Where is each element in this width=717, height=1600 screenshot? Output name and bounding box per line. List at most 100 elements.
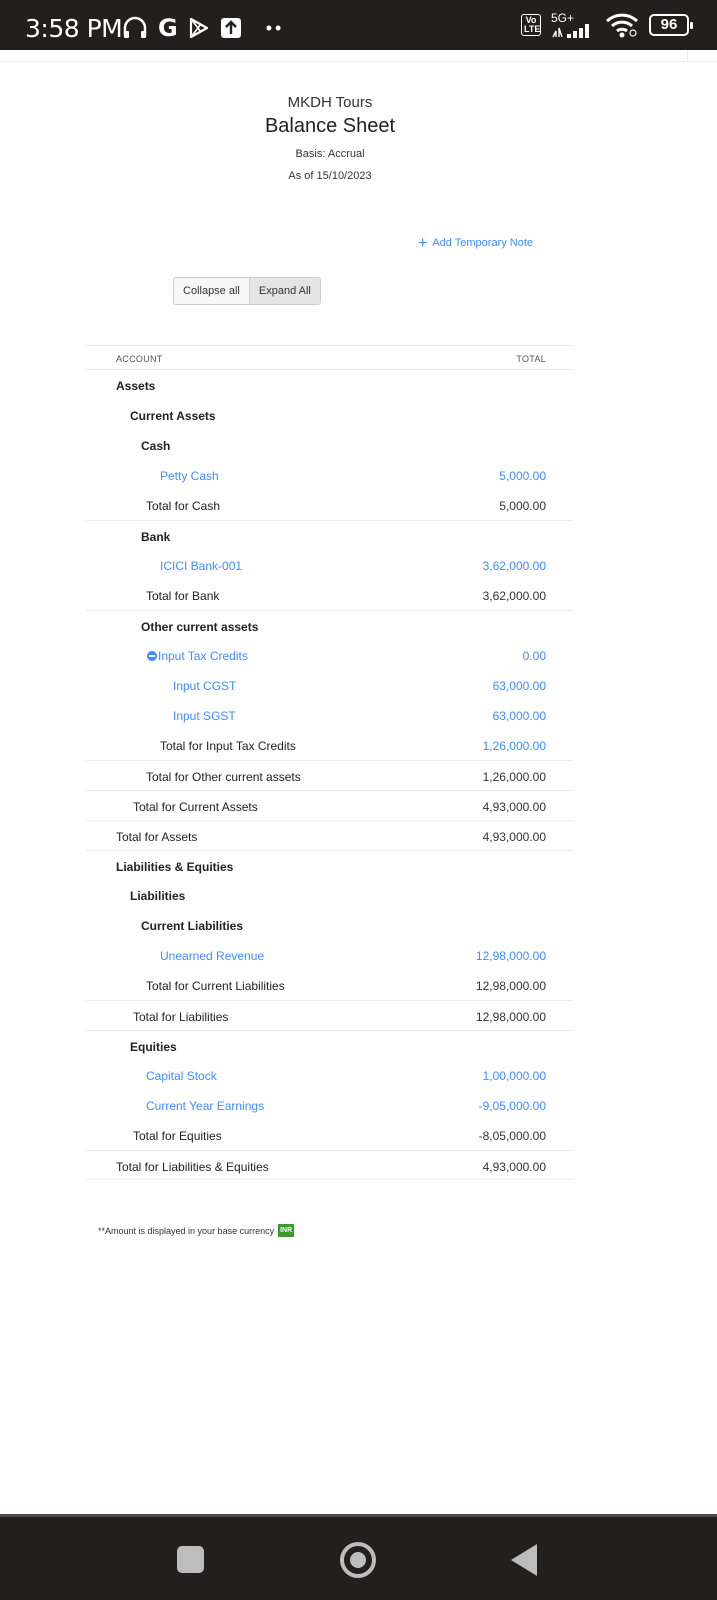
- currency-badge: INR: [278, 1224, 295, 1237]
- row-value[interactable]: 5,000.00: [499, 469, 546, 483]
- plus-icon: +: [418, 234, 428, 252]
- table-row: Total for Current Assets 4,93,000.00: [86, 790, 572, 820]
- row-label: Total for Equities: [133, 1129, 222, 1143]
- more-dots-icon: ••: [265, 17, 285, 38]
- row-label: Current Assets: [130, 409, 216, 423]
- row-label: Input Tax Credits: [158, 649, 248, 663]
- collapse-minus-icon[interactable]: [147, 651, 157, 661]
- row-value: 1,26,000.00: [482, 770, 546, 784]
- row-value: 12,98,000.00: [475, 979, 546, 993]
- table-row: Assets: [86, 370, 572, 400]
- account-link[interactable]: Unearned Revenue: [160, 949, 264, 963]
- navigation-bar: [0, 1514, 717, 1600]
- report-basis: Basis: Accrual: [295, 148, 365, 160]
- account-link[interactable]: Input CGST: [173, 679, 236, 693]
- balance-sheet-table: ACCOUNT TOTAL Assets Current Assets Cash…: [86, 345, 572, 1180]
- row-label: Total for Assets: [116, 830, 198, 844]
- battery-icon: 96: [649, 14, 693, 36]
- row-value[interactable]: 0.00: [523, 649, 546, 663]
- table-row: Total for Equities -8,05,000.00: [86, 1120, 572, 1150]
- row-label: Equities: [130, 1040, 177, 1054]
- clock: 3:58 PM: [25, 14, 123, 43]
- row-value: 4,93,000.00: [482, 1160, 546, 1174]
- row-value: -8,05,000.00: [478, 1129, 546, 1143]
- network-type: 5G+: [551, 11, 575, 25]
- row-value: 12,98,000.00: [475, 1010, 546, 1024]
- table-row[interactable]: Input SGST 63,000.00: [86, 700, 572, 730]
- table-row: Total for Bank 3,62,000.00: [86, 580, 572, 610]
- signal-icon: [552, 24, 589, 38]
- column-header-total: TOTAL: [516, 354, 546, 364]
- account-link[interactable]: Input SGST: [173, 709, 236, 723]
- table-row[interactable]: Unearned Revenue 12,98,000.00: [86, 940, 572, 970]
- table-row: Total for Assets 4,93,000.00: [86, 820, 572, 850]
- row-value[interactable]: 63,000.00: [493, 679, 546, 693]
- collapse-expand-group: Collapse all Expand All: [173, 277, 321, 305]
- recent-apps-icon[interactable]: [177, 1546, 204, 1573]
- row-label: Current Liabilities: [141, 919, 244, 933]
- headset-icon: [123, 16, 147, 38]
- row-value: 4,93,000.00: [482, 800, 546, 814]
- status-bar: 3:58 PM G •• Vo LTE 5G+ 96: [0, 0, 717, 50]
- row-label: Liabilities: [130, 889, 186, 903]
- divider: [687, 50, 717, 61]
- back-icon[interactable]: [511, 1544, 537, 1576]
- row-label: Total for Current Liabilities: [146, 979, 285, 993]
- wifi-icon: [605, 13, 639, 38]
- upload-icon: [220, 18, 241, 38]
- row-value[interactable]: 63,000.00: [493, 709, 546, 723]
- row-value: 4,93,000.00: [482, 830, 546, 844]
- table-row[interactable]: Current Year Earnings -9,05,000.00: [86, 1090, 572, 1120]
- account-link[interactable]: ICICI Bank-001: [160, 559, 242, 573]
- table-row[interactable]: ICICI Bank-001 3,62,000.00: [86, 550, 572, 580]
- row-label: Other current assets: [141, 620, 259, 634]
- divider: [0, 61, 717, 62]
- row-label: Liabilities & Equities: [116, 860, 234, 874]
- row-value[interactable]: 3,62,000.00: [483, 559, 546, 573]
- row-label: Total for Cash: [146, 499, 221, 513]
- row-label: Total for Input Tax Credits: [160, 739, 296, 753]
- column-header-account: ACCOUNT: [116, 354, 163, 364]
- row-label: Total for Current Assets: [133, 800, 258, 814]
- row-value[interactable]: 12,98,000.00: [476, 949, 546, 963]
- add-note-label: Add Temporary Note: [432, 237, 534, 249]
- account-link[interactable]: Capital Stock: [146, 1069, 217, 1083]
- volte-icon: Vo LTE: [521, 14, 541, 36]
- table-row[interactable]: Total for Input Tax Credits 1,26,000.00: [86, 730, 572, 760]
- expand-all-button[interactable]: Expand All: [249, 278, 320, 304]
- row-value: 5,000.00: [499, 499, 546, 513]
- table-row: Liabilities & Equities: [86, 850, 572, 880]
- report-title: Balance Sheet: [264, 115, 396, 137]
- row-value: 3,62,000.00: [482, 589, 546, 603]
- table-row: Other current assets: [86, 610, 572, 640]
- table-row: Current Assets: [86, 400, 572, 430]
- row-value[interactable]: 1,00,000.00: [483, 1069, 546, 1083]
- account-link[interactable]: Current Year Earnings: [146, 1099, 264, 1113]
- table-row[interactable]: Petty Cash 5,000.00: [86, 460, 572, 490]
- table-row: Total for Other current assets 1,26,000.0…: [86, 760, 572, 790]
- google-icon: G: [158, 14, 178, 42]
- account-link[interactable]: Petty Cash: [160, 469, 219, 483]
- play-store-icon: [189, 17, 208, 39]
- table-row[interactable]: Input Tax Credits 0.00: [86, 640, 572, 670]
- organization-name: MKDH Tours: [287, 94, 373, 111]
- row-label: Total for Liabilities & Equities: [116, 1160, 269, 1174]
- collapse-all-button[interactable]: Collapse all: [174, 278, 250, 304]
- currency-footnote: **Amount is displayed in your base curre…: [98, 1224, 295, 1237]
- home-icon[interactable]: [340, 1542, 376, 1578]
- row-value[interactable]: 1,26,000.00: [483, 739, 546, 753]
- table-row[interactable]: Input CGST 63,000.00: [86, 670, 572, 700]
- table-row: Total for Current Liabilities 12,98,000.0…: [86, 970, 572, 1000]
- row-label: Assets: [116, 379, 156, 393]
- row-value[interactable]: -9,05,000.00: [479, 1099, 546, 1113]
- add-temporary-note-link[interactable]: + Add Temporary Note: [418, 234, 534, 252]
- table-row: Total for Cash 5,000.00: [86, 490, 572, 520]
- footnote-text: **Amount is displayed in your base curre…: [98, 1225, 275, 1236]
- table-row: Current Liabilities: [86, 910, 572, 940]
- table-row: Cash: [86, 430, 572, 460]
- row-label: Total for Other current assets: [146, 770, 301, 784]
- table-row[interactable]: Capital Stock 1,00,000.00: [86, 1060, 572, 1090]
- account-link[interactable]: Input Tax Credits: [147, 649, 248, 663]
- row-label: Total for Liabilities: [133, 1010, 229, 1024]
- report-date: As of 15/10/2023: [288, 170, 372, 182]
